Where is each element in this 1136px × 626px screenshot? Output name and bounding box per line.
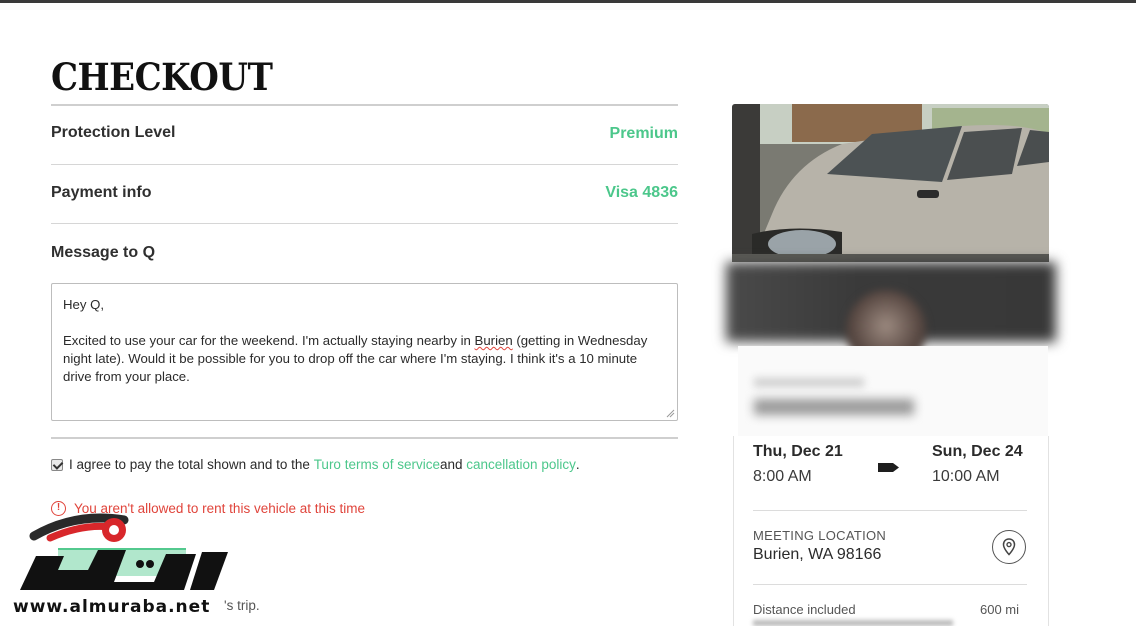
trip-end-time: 10:00 AM [932,468,1000,485]
terms-agreement: I agree to pay the total shown and to th… [51,457,580,472]
meeting-location-value: Burien, WA 98166 [753,546,882,563]
misspelled-word: Burien [474,333,513,348]
location-pin-icon [1002,538,1016,556]
arrow-right-icon [878,463,899,472]
protection-level-value[interactable]: Premium [610,125,678,143]
top-border [0,0,1136,3]
divider [51,437,678,439]
message-greeting: Hey Q, [63,297,105,312]
agree-checkbox[interactable] [51,458,63,471]
location-pin-button[interactable] [992,530,1026,564]
host-label-blurred [754,378,864,387]
message-label: Message to Q [51,244,156,261]
cut-off-text [753,620,953,626]
payment-info-value[interactable]: Visa 4836 [605,184,678,202]
protection-level-label: Protection Level [51,124,176,141]
cancellation-policy-link[interactable]: cancellation policy [466,457,576,472]
host-info-blurred [738,346,1048,436]
trip-end-date: Sun, Dec 24 [932,443,1023,460]
divider [51,164,678,165]
distance-included-label: Distance included [753,602,856,617]
divider [753,584,1027,585]
watermark-url: www.almuraba.net [13,597,211,617]
meeting-location-label: MEETING LOCATION [753,528,887,543]
divider [51,223,678,224]
divider [51,104,678,106]
payment-info-label: Payment info [51,184,152,201]
message-textarea[interactable]: Hey Q, Excited to use your car for the w… [51,283,678,421]
trip-start-date: Thu, Dec 21 [753,443,843,460]
page-title: CHECKOUT [51,56,273,100]
message-body: Excited to use your car for the weekend.… [63,333,648,384]
car-photo [732,104,1049,262]
divider [753,510,1027,511]
host-name-blurred [754,399,914,415]
resize-handle-icon[interactable] [666,409,675,418]
trip-start-time: 8:00 AM [753,468,812,485]
distance-included-value: 600 mi [980,602,1020,617]
terms-of-service-link[interactable]: Turo terms of service [314,457,440,472]
